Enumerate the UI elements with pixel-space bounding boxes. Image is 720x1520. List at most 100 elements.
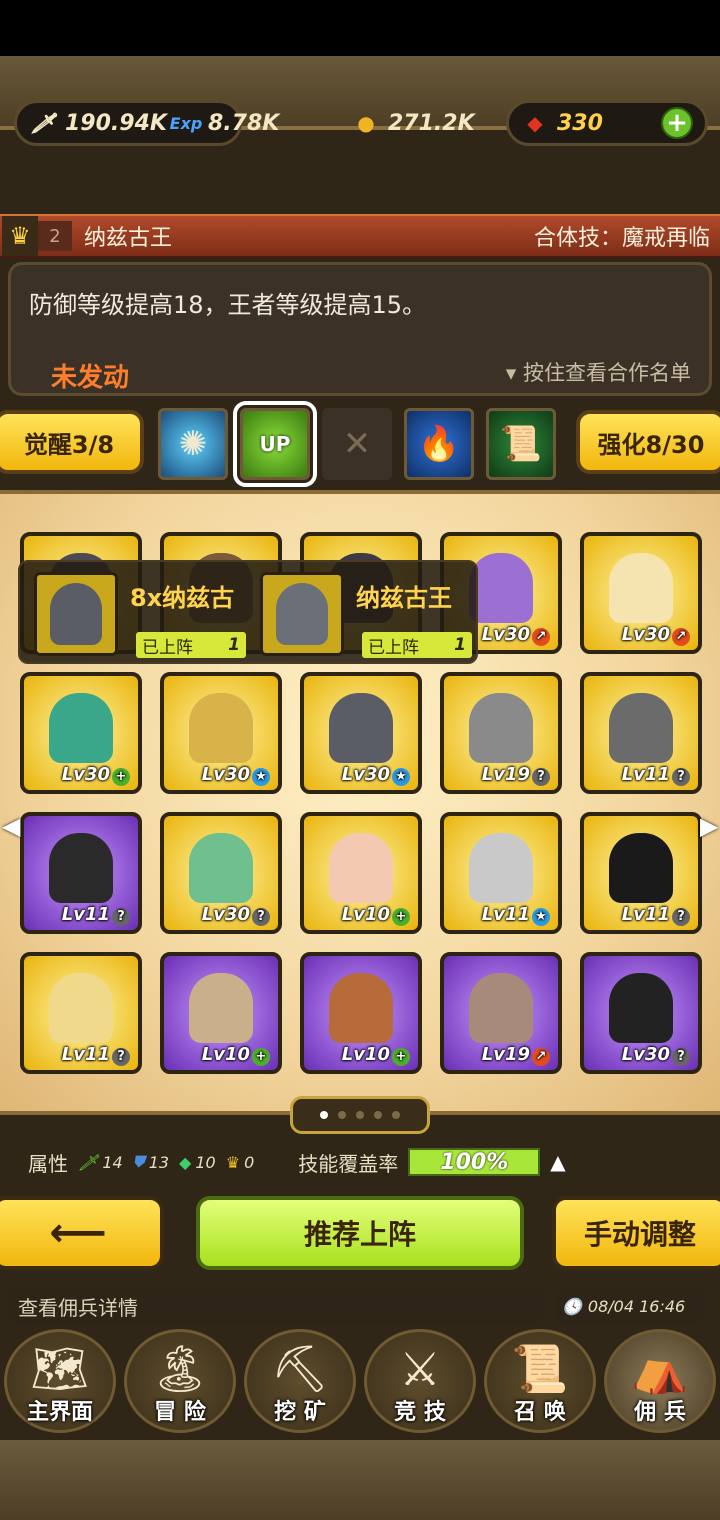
nav-label: 竞 技 bbox=[394, 1400, 446, 1425]
mercenary-card[interactable]: Lv30 ★ bbox=[160, 672, 282, 794]
gold-coin-icon: ● bbox=[357, 111, 375, 135]
clock-icon: 🕓 bbox=[562, 1296, 582, 1316]
expand-arrow-icon[interactable]: ▲ bbox=[550, 1150, 565, 1174]
gray-status-icon: ? bbox=[672, 1048, 690, 1066]
nav-map[interactable]: 🗺 主界面 bbox=[4, 1329, 116, 1433]
page-dot bbox=[392, 1111, 400, 1119]
nav-scroll[interactable]: 📜 召 唤 bbox=[484, 1329, 596, 1433]
mercenary-level: Lv11? bbox=[622, 764, 690, 786]
mercenary-card[interactable]: Lv11? bbox=[580, 812, 702, 934]
nav-label: 召 唤 bbox=[514, 1400, 566, 1425]
mercenary-level: Lv30? bbox=[622, 1044, 690, 1066]
combo-level: 2 bbox=[38, 221, 72, 251]
blue-status-icon: ★ bbox=[252, 768, 270, 786]
attribute-label: 属性 bbox=[28, 1151, 68, 1176]
mercenary-card[interactable]: Lv30 + bbox=[20, 672, 142, 794]
recommend-deploy-button[interactable]: 推荐上阵 bbox=[196, 1196, 524, 1270]
member-name: 纳兹古王 bbox=[356, 584, 452, 612]
coverage-label: 技能覆盖率 bbox=[298, 1151, 399, 1176]
mercenary-portrait bbox=[609, 833, 673, 904]
back-button[interactable]: ⟵ bbox=[0, 1196, 164, 1270]
combo-description-panel[interactable]: 防御等级提高18，王者等级提高15。 未发动 ▾ 按住查看合作名单 bbox=[8, 262, 712, 396]
page-indicator bbox=[290, 1096, 430, 1134]
mercenary-card[interactable]: Lv30? bbox=[160, 812, 282, 934]
prev-page-arrow[interactable]: ◀ bbox=[2, 812, 20, 840]
mercenary-level: Lv30 + bbox=[62, 764, 130, 786]
manual-adjust-button[interactable]: 手动调整 bbox=[552, 1196, 720, 1270]
mercenary-portrait bbox=[49, 973, 113, 1044]
nav-swords[interactable]: ⚔ 竞 技 bbox=[364, 1329, 476, 1433]
nav-pickaxe[interactable]: ⛏ 挖 矿 bbox=[244, 1329, 356, 1433]
mercenary-portrait bbox=[329, 973, 393, 1044]
combo-status: 未发动 bbox=[51, 363, 130, 393]
mercenary-level: Lv30 ★ bbox=[342, 764, 410, 786]
sword-icon: 🗡 bbox=[30, 111, 56, 135]
map-icon: 🗺 bbox=[30, 1341, 90, 1396]
gray-status-icon: ? bbox=[112, 908, 130, 926]
gold-value: 271.2K bbox=[388, 110, 475, 136]
mercenary-card[interactable]: Lv10 + bbox=[300, 952, 422, 1074]
attribute-bar: 属性 🗡 14 ⛊ 13 ◆ 10 ♛ 0 技能覆盖率 100% ▲ bbox=[8, 1138, 712, 1186]
flame-sword-skill-icon[interactable]: 🔥 bbox=[404, 408, 474, 480]
shield-icon: ⛊ bbox=[132, 1152, 145, 1171]
mercenary-card[interactable]: Lv11? bbox=[20, 812, 142, 934]
page-dot bbox=[374, 1111, 382, 1119]
gray-status-icon: ? bbox=[672, 768, 690, 786]
nav-island[interactable]: 🏝 冒 险 bbox=[124, 1329, 236, 1433]
mercenary-level: Lv11? bbox=[62, 1044, 130, 1066]
mercenary-card[interactable]: Lv19? bbox=[440, 672, 562, 794]
nav-label: 佣 兵 bbox=[634, 1400, 686, 1425]
mercenary-level: Lv11? bbox=[622, 904, 690, 926]
scroll-skill-icon[interactable]: 📜 bbox=[486, 408, 556, 480]
mercenary-card[interactable]: Lv30 ↗ bbox=[580, 532, 702, 654]
mercenary-card[interactable]: Lv19 ↗ bbox=[440, 952, 562, 1074]
clock: 🕓 08/04 16:46 bbox=[556, 1288, 706, 1324]
gold-resource: ● 271.2K bbox=[340, 100, 496, 146]
mercenary-card[interactable]: Lv11? bbox=[20, 952, 142, 1074]
nav-tent[interactable]: ⛺ 佣 兵 bbox=[604, 1329, 716, 1433]
tooltip-member-left: 8x纳兹古 已上阵 1 bbox=[34, 572, 246, 658]
lightning-skill-icon[interactable]: ✺ bbox=[158, 408, 228, 480]
exp-resource: Exp 8.78K bbox=[160, 100, 340, 146]
mercenary-portrait bbox=[609, 693, 673, 764]
enhance-button[interactable]: 强化8/30 bbox=[576, 410, 720, 474]
mercenary-card[interactable]: Lv10 + bbox=[160, 952, 282, 1074]
view-cooperation-hint[interactable]: ▾ 按住查看合作名单 bbox=[506, 357, 691, 387]
add-gems-button[interactable]: + bbox=[661, 107, 693, 139]
gray-status-icon: ? bbox=[252, 908, 270, 926]
mercenary-level: Lv30 ↗ bbox=[622, 624, 690, 646]
mercenary-portrait bbox=[49, 693, 113, 764]
mercenary-portrait bbox=[329, 833, 393, 904]
mercenary-level: Lv30? bbox=[202, 904, 270, 926]
sword-attribute: 🗡 14 bbox=[78, 1152, 123, 1172]
coverage-bar: 100% bbox=[408, 1148, 541, 1176]
gem-icon: ◆ bbox=[179, 1152, 192, 1172]
blue-status-icon: ★ bbox=[392, 768, 410, 786]
mercenary-portrait bbox=[469, 973, 533, 1044]
mercenary-level: Lv10 + bbox=[202, 1044, 270, 1066]
mercenary-level: Lv11? bbox=[62, 904, 130, 926]
deployed-tag: 已上阵 1 bbox=[362, 632, 472, 658]
member-name: 8x纳兹古 bbox=[130, 584, 235, 612]
mercenary-level: Lv10 + bbox=[342, 1044, 410, 1066]
mercenary-portrait bbox=[189, 973, 253, 1044]
hint-label: 按住查看合作名单 bbox=[523, 361, 691, 385]
green-status-icon: + bbox=[392, 908, 410, 926]
mercenary-card[interactable]: Lv10 + bbox=[300, 812, 422, 934]
mercenary-level: Lv30 ★ bbox=[202, 764, 270, 786]
mercenary-card[interactable]: Lv11 ★ bbox=[440, 812, 562, 934]
awaken-button[interactable]: 觉醒3/8 bbox=[0, 410, 144, 474]
next-page-arrow[interactable]: ▶ bbox=[700, 812, 718, 840]
mercenary-info-bar[interactable]: 查看佣兵详情 bbox=[8, 1288, 544, 1324]
mercenary-portrait bbox=[329, 693, 393, 764]
mercenary-card[interactable]: Lv11? bbox=[580, 672, 702, 794]
mercenary-card[interactable]: Lv30? bbox=[580, 952, 702, 1074]
crown-up-skill-icon[interactable]: UP bbox=[233, 401, 317, 487]
green-status-icon: + bbox=[252, 1048, 270, 1066]
gem-value: 330 bbox=[557, 110, 603, 136]
attack-value: 190.94K bbox=[65, 110, 167, 136]
empty-skill-slot-icon: ✕ bbox=[322, 408, 392, 480]
combo-banner: ♛ 2 纳兹古王 合体技：魔戒再临 bbox=[0, 214, 720, 258]
mercenary-card[interactable]: Lv30 ★ bbox=[300, 672, 422, 794]
tooltip-member-right: 纳兹古王 已上阵 1 bbox=[260, 572, 472, 658]
